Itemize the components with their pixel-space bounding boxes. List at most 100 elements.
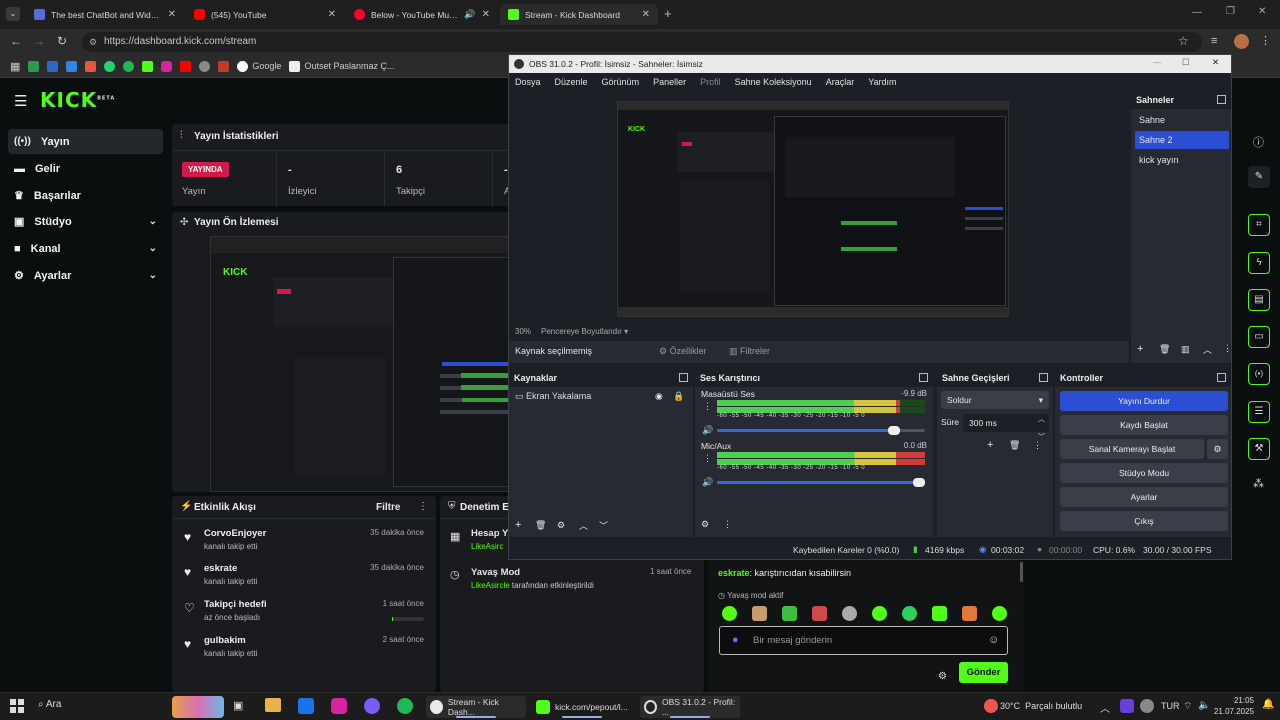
- scene-filter-button[interactable]: ▥: [1181, 344, 1190, 355]
- filter-button[interactable]: Filtre: [376, 502, 400, 513]
- close-icon[interactable]: ✕: [482, 9, 490, 20]
- menu-item-yardim[interactable]: Yardım: [868, 77, 896, 87]
- speaker-icon[interactable]: 🔊: [702, 425, 713, 436]
- outlook-icon[interactable]: [66, 60, 78, 72]
- wifi-icon[interactable]: ⌔: [1183, 700, 1192, 713]
- move-up-button[interactable]: ︿: [1203, 343, 1212, 356]
- emote-icon[interactable]: [782, 606, 797, 621]
- popout-icon[interactable]: [1217, 373, 1226, 382]
- source-settings-button[interactable]: ⚙: [557, 520, 565, 531]
- send-button[interactable]: Gönder: [959, 662, 1008, 683]
- fit-dropdown[interactable]: Pencereye Boyutlandır ▾: [541, 327, 628, 336]
- start-recording-button[interactable]: Kaydı Başlat: [1060, 415, 1228, 435]
- youtube-bookmark-icon[interactable]: [180, 60, 192, 72]
- notification-bell-icon[interactable]: 🔔: [1262, 699, 1274, 710]
- back-arrow-icon[interactable]: ←: [10, 34, 22, 48]
- tray-app-icon[interactable]: [1120, 699, 1134, 713]
- emote-icon[interactable]: [962, 606, 977, 621]
- speaker-icon[interactable]: 🔊: [464, 9, 475, 20]
- kick-logo[interactable]: KICKBETA: [40, 88, 115, 112]
- pencil-icon[interactable]: ✎: [1248, 166, 1270, 188]
- delete-transition-button[interactable]: 🗑: [1009, 440, 1020, 451]
- forward-arrow-icon[interactable]: →: [33, 34, 45, 48]
- emote-icon[interactable]: [872, 606, 887, 621]
- taskbar-search[interactable]: ⌕ Ara: [38, 699, 168, 716]
- scene-item[interactable]: kick yayın: [1135, 151, 1229, 169]
- filters-button[interactable]: ▥ Filtreler: [729, 346, 770, 357]
- studio-mode-button[interactable]: Stüdyo Modu: [1060, 463, 1228, 483]
- tab-youtube-music[interactable]: Below - YouTube Music 🔊 ✕: [346, 4, 498, 25]
- kick-bookmark-icon[interactable]: [142, 60, 154, 72]
- more-menu-icon[interactable]: ⋮: [418, 501, 428, 512]
- bookmark-star-icon[interactable]: ☆: [1178, 34, 1189, 48]
- move-up-button[interactable]: ︿: [579, 519, 588, 532]
- spotify-icon[interactable]: [397, 698, 413, 714]
- moderation-item-user[interactable]: LikeAsirc: [471, 542, 503, 551]
- settings-button[interactable]: Ayarlar: [1060, 487, 1228, 507]
- maximize-button[interactable]: ❐: [1226, 6, 1235, 17]
- duration-input[interactable]: 300 ms ︿ ﹀: [963, 414, 1049, 441]
- weather-icon[interactable]: [984, 699, 998, 713]
- tab-youtube[interactable]: (545) YouTube ✕: [186, 4, 344, 25]
- queue-icon[interactable]: ≡: [1211, 35, 1217, 47]
- menu-item-duzenle[interactable]: Düzenle: [555, 77, 588, 87]
- instagram-icon[interactable]: [331, 698, 347, 714]
- wrench-icon[interactable]: ⚒: [1248, 438, 1270, 460]
- more-menu-icon[interactable]: ⋮: [1033, 440, 1042, 451]
- profile-avatar[interactable]: [1234, 34, 1249, 49]
- move-down-button[interactable]: ﹀: [599, 519, 608, 532]
- stream-preview-video[interactable]: KICK: [210, 236, 513, 492]
- chat-icon[interactable]: ▭: [1248, 326, 1270, 348]
- delete-source-button[interactable]: 🗑: [535, 520, 546, 531]
- more-menu-icon[interactable]: ⋮: [703, 401, 712, 412]
- emoji-icon[interactable]: ☺: [988, 634, 999, 646]
- bolt-icon[interactable]: ϟ: [1248, 252, 1270, 274]
- instagram-icon[interactable]: [161, 60, 173, 72]
- scene-item[interactable]: Sahne: [1135, 111, 1229, 129]
- obs-preview-canvas[interactable]: KICK: [617, 101, 1009, 317]
- close-window-button[interactable]: ✕: [1212, 57, 1219, 68]
- new-tab-button[interactable]: +: [664, 6, 672, 21]
- close-window-button[interactable]: ✕: [1258, 6, 1266, 17]
- close-icon[interactable]: ✕: [642, 9, 650, 20]
- close-icon[interactable]: ✕: [168, 9, 176, 20]
- popout-icon[interactable]: [919, 373, 928, 382]
- emote-icon[interactable]: [992, 606, 1007, 621]
- emote-icon[interactable]: [812, 606, 827, 621]
- stop-stream-button[interactable]: Yayını Durdur: [1060, 391, 1228, 411]
- url-input[interactable]: ⚙ https://dashboard.kick.com/stream: [82, 32, 1202, 52]
- speaker-icon[interactable]: 🔊: [702, 477, 713, 488]
- emote-icon[interactable]: [902, 606, 917, 621]
- more-menu-icon[interactable]: ⋮: [1260, 34, 1271, 47]
- popout-icon[interactable]: [1039, 373, 1048, 382]
- properties-button[interactable]: ⚙ Özellikler: [659, 346, 707, 357]
- advanced-audio-icon[interactable]: ⚙: [701, 519, 709, 530]
- add-scene-button[interactable]: +: [1137, 343, 1143, 355]
- emote-icon[interactable]: [752, 606, 767, 621]
- tab-chatbot[interactable]: The best ChatBot and Widgets ✕: [26, 4, 184, 25]
- taskbar-app-kick[interactable]: kick.com/pepout/l...: [532, 696, 632, 718]
- more-menu-icon[interactable]: ⋮: [1223, 343, 1232, 354]
- menu-item-sahne-koleksiyonu[interactable]: Sahne Koleksiyonu: [735, 77, 812, 87]
- sidebar-item-ayarlar[interactable]: ⚙ Ayarlar ⌄: [8, 263, 163, 288]
- chat-scrollbar[interactable]: [1020, 562, 1023, 582]
- volume-slider[interactable]: [717, 426, 925, 435]
- menu-item-dosya[interactable]: Dosya: [515, 77, 541, 87]
- exit-button[interactable]: Çıkış: [1060, 511, 1228, 531]
- site-info-icon[interactable]: ⚙: [89, 32, 97, 52]
- add-transition-button[interactable]: +: [987, 439, 993, 451]
- volume-icon[interactable]: 🔈: [1198, 700, 1210, 711]
- popout-icon[interactable]: [1217, 95, 1226, 104]
- bookmark-outset[interactable]: Outset Paslanmaz Ç...: [289, 60, 394, 72]
- sheets-icon[interactable]: [28, 60, 40, 72]
- clock[interactable]: 21:05 21.07.2025: [1210, 695, 1254, 717]
- chat-settings-icon[interactable]: ⚙: [938, 671, 947, 682]
- taskbar-app-obs[interactable]: OBS 31.0.2 - Profil: ...: [640, 696, 740, 718]
- transition-select[interactable]: Soldur ▾: [941, 391, 1049, 409]
- emote-icon[interactable]: [932, 606, 947, 621]
- menu-item-paneller[interactable]: Paneller: [653, 77, 686, 87]
- start-virtual-camera-button[interactable]: Sanal Kamerayı Başlat: [1060, 439, 1204, 459]
- volume-slider-handle[interactable]: [888, 426, 901, 435]
- minimize-button[interactable]: —: [1192, 7, 1202, 18]
- sidebar-item-kanal[interactable]: ■ Kanal ⌄: [8, 236, 163, 261]
